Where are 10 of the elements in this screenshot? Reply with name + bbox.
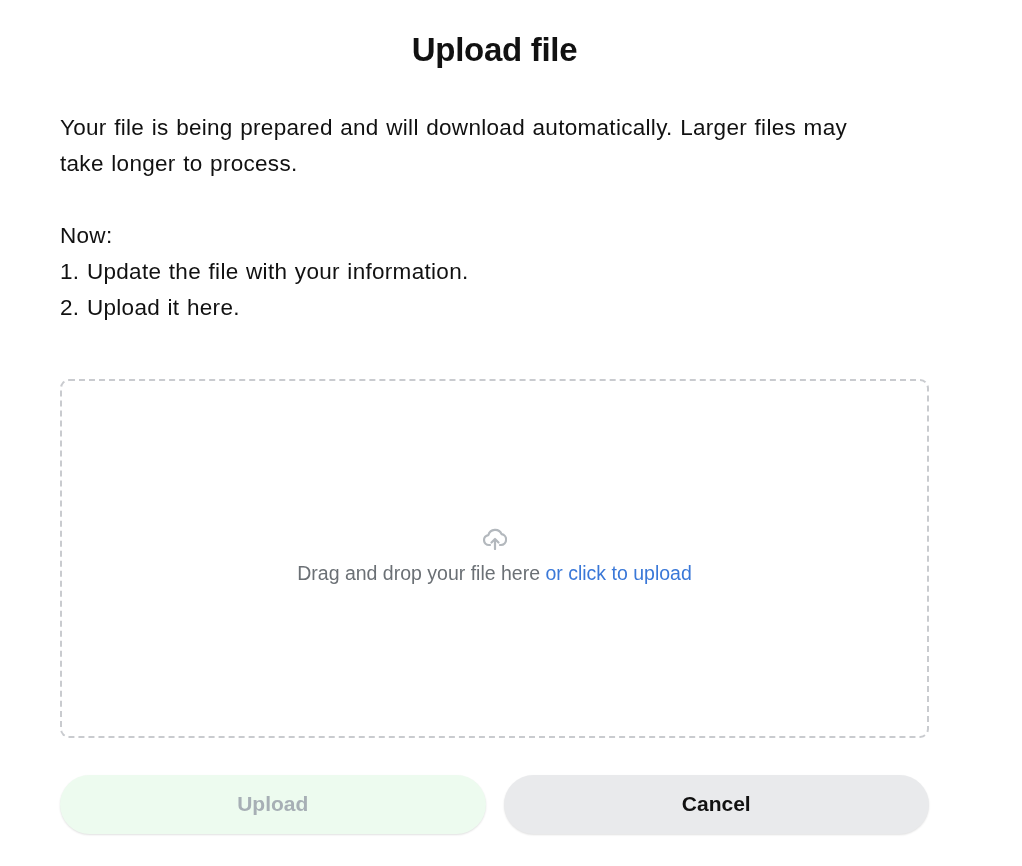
drop-instructions: Drag and drop your file here or click to upload xyxy=(297,560,692,586)
dialog-title: Upload file xyxy=(410,30,579,70)
cloud-upload-icon xyxy=(482,527,507,550)
step-text: 1. Update the file with your information. xyxy=(60,257,470,286)
cancel-button[interactable]: Cancel xyxy=(503,774,929,834)
step-text: 2. Upload it here. xyxy=(60,293,241,322)
drop-zone[interactable]: Drag and drop your file here or click to upload xyxy=(60,378,929,738)
steps-heading: Now: xyxy=(60,221,114,250)
upload-link[interactable]: or click to upload xyxy=(545,561,692,584)
intro-text: Your file is being prepared and will download automatically. Larger files may take longer to process. xyxy=(60,113,848,178)
